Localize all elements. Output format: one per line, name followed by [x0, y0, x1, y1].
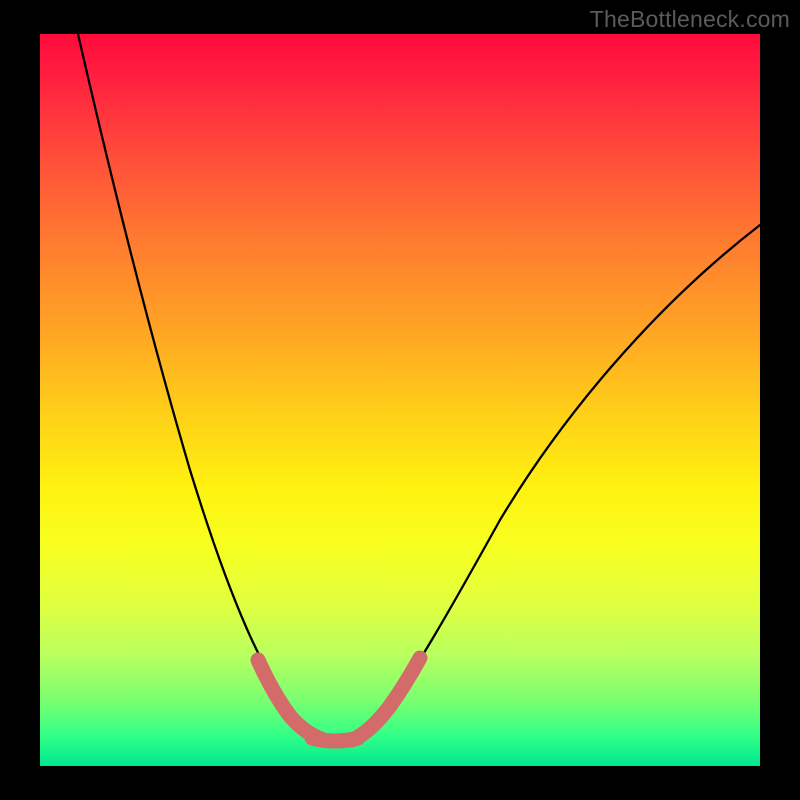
highlight-band-right [352, 658, 420, 740]
bottleneck-curve [78, 34, 760, 740]
chart-frame: TheBottleneck.com [0, 0, 800, 800]
highlight-band-left [258, 660, 324, 740]
curve-layer [0, 0, 800, 800]
